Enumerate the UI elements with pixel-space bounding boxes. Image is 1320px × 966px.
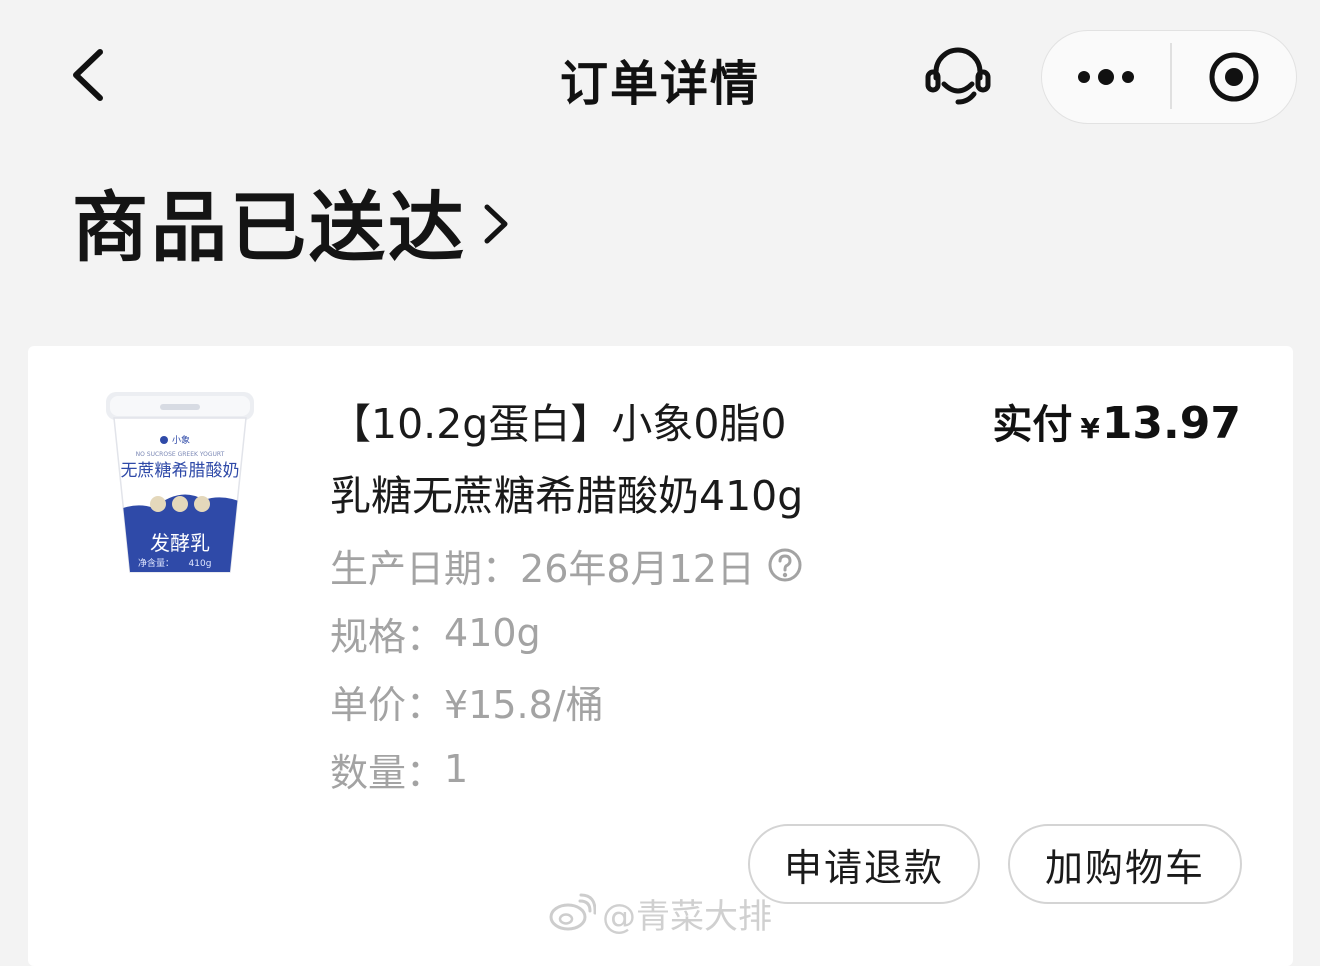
close-mini-program-button[interactable] — [1172, 31, 1296, 123]
spec-row: 规格： 410g — [330, 610, 541, 659]
navigation-bar: 订单详情 — [0, 0, 1320, 150]
question-circle-icon — [768, 548, 802, 582]
unit-price-value: ¥15.8/桶 — [444, 682, 604, 727]
image-net-label: 净含量： — [138, 557, 174, 569]
product-name-line1: 【10.2g蛋白】小象0脂0 — [330, 400, 787, 448]
production-date-row: 生产日期： 26年8月12日 — [330, 542, 803, 591]
order-status-text: 商品已送达 — [72, 183, 467, 272]
target-close-icon — [1209, 52, 1259, 102]
price-label: 实付 — [992, 402, 1073, 448]
help-button[interactable] — [767, 547, 803, 583]
product-card: 小象 NO SUCROSE GREEK YOGURT 无蔗糖希腊酸奶 发酵乳 净… — [28, 346, 1293, 966]
chevron-left-icon — [73, 49, 103, 101]
add-to-cart-button[interactable]: 加购物车 — [1008, 824, 1242, 904]
image-english: NO SUCROSE GREEK YOGURT — [136, 451, 225, 458]
back-button[interactable] — [62, 42, 122, 108]
production-date-label: 生产日期： — [330, 546, 521, 591]
price-currency: ¥ — [1080, 412, 1100, 445]
product-name[interactable]: 【10.2g蛋白】小象0脂0 乳糖无蔗糖希腊酸奶410g — [330, 388, 890, 532]
production-date-value: 26年8月12日 — [520, 546, 755, 591]
price-value: 13.97 — [1101, 398, 1241, 449]
more-dots-icon — [1078, 69, 1134, 85]
quantity-label: 数量： — [330, 750, 445, 795]
unit-price-row: 单价： ¥15.8/桶 — [330, 678, 604, 727]
customer-service-button[interactable] — [922, 44, 994, 108]
image-subtitle: 发酵乳 — [150, 531, 210, 555]
unit-price-label: 单价： — [330, 682, 445, 727]
quantity-value: 1 — [444, 747, 469, 791]
product-image[interactable]: 小象 NO SUCROSE GREEK YOGURT 无蔗糖希腊酸奶 发酵乳 净… — [106, 388, 254, 578]
refund-button[interactable]: 申请退款 — [748, 824, 980, 904]
paid-price: 实付 ¥ 13.97 — [992, 392, 1241, 450]
image-net-value: 410g — [189, 559, 212, 569]
headset-icon — [925, 47, 991, 105]
chevron-right-icon — [484, 204, 508, 244]
image-title: 无蔗糖希腊酸奶 — [121, 461, 240, 481]
product-name-line2: 乳糖无蔗糖希腊酸奶410g — [330, 472, 804, 520]
spec-value: 410g — [444, 611, 541, 655]
image-brand: 小象 — [172, 434, 190, 446]
mini-program-capsule — [1041, 30, 1297, 124]
yogurt-cup-image: 小象 NO SUCROSE GREEK YOGURT 无蔗糖希腊酸奶 发酵乳 净… — [106, 392, 254, 573]
order-status[interactable]: 商品已送达 — [72, 176, 511, 272]
spec-label: 规格： — [330, 614, 445, 659]
quantity-row: 数量： 1 — [330, 746, 469, 795]
more-button[interactable] — [1042, 31, 1170, 123]
